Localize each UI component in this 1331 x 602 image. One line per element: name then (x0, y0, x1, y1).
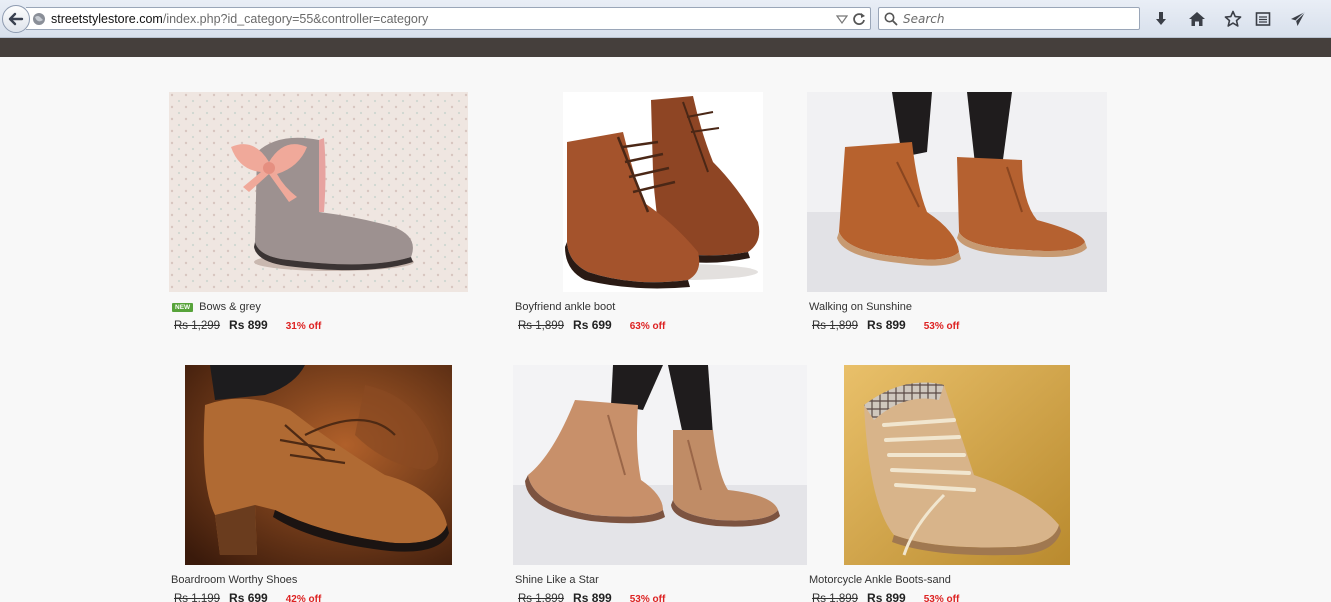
product-name[interactable]: Boardroom Worthy Shoes (171, 574, 297, 586)
discount-label: 53% off (923, 594, 960, 602)
price-row: Rs 1,899 Rs 699 63% off (518, 318, 665, 332)
url-bar[interactable]: streetstylestore.com/index.php?id_catego… (26, 7, 871, 30)
send-icon[interactable] (1288, 9, 1308, 29)
discount-label: 42% off (285, 594, 322, 602)
old-price: Rs 1,199 (174, 593, 221, 602)
price-row: Rs 1,899 Rs 899 53% off (812, 318, 959, 332)
old-price: Rs 1,899 (518, 593, 565, 602)
price-row: Rs 1,899 Rs 899 53% off (518, 591, 665, 602)
product-name[interactable]: Motorcycle Ankle Boots-sand (809, 574, 951, 586)
sale-price: Rs 699 (229, 591, 268, 602)
sale-price: Rs 699 (573, 318, 612, 332)
bookmark-star-icon[interactable] (1223, 9, 1243, 29)
product-name[interactable]: Walking on Sunshine (809, 301, 912, 313)
product-title[interactable]: Boyfriend ankle boot (515, 301, 615, 313)
home-icon[interactable] (1187, 9, 1207, 29)
search-icon (884, 12, 898, 25)
discount-label: 53% off (629, 594, 666, 602)
back-button[interactable] (2, 5, 30, 33)
price-row: Rs 1,199 Rs 699 42% off (174, 591, 321, 602)
search-bar[interactable] (878, 7, 1140, 30)
discount-label: 31% off (285, 321, 322, 332)
sale-price: Rs 899 (573, 591, 612, 602)
url-host: streetstylestore.com (51, 11, 163, 26)
old-price: Rs 1,899 (518, 320, 565, 332)
globe-icon (33, 12, 45, 25)
product-image[interactable] (185, 365, 452, 565)
old-price: Rs 1,899 (812, 320, 859, 332)
price-row: Rs 1,299 Rs 899 31% off (174, 318, 321, 332)
product-image[interactable] (844, 365, 1070, 565)
new-badge: NEW (172, 302, 194, 312)
reload-icon[interactable] (852, 11, 866, 27)
search-input[interactable] (903, 11, 1123, 26)
reading-list-icon[interactable] (1253, 9, 1273, 29)
old-price: Rs 1,899 (812, 593, 859, 602)
product-image[interactable] (169, 92, 468, 292)
price-row: Rs 1,899 Rs 899 53% off (812, 591, 959, 602)
product-image[interactable] (807, 92, 1107, 292)
browser-toolbar: streetstylestore.com/index.php?id_catego… (0, 0, 1331, 38)
url-path: /index.php?id_category=55&controller=cat… (162, 11, 429, 26)
product-title[interactable]: Shine Like a Star (515, 574, 599, 586)
product-image[interactable] (513, 365, 807, 565)
product-title[interactable]: Bows & grey (199, 301, 261, 313)
product-name[interactable]: NEW Bows & grey (172, 301, 261, 313)
product-title[interactable]: Motorcycle Ankle Boots-sand (809, 574, 951, 586)
old-price: Rs 1,299 (174, 320, 221, 332)
download-icon[interactable] (1151, 9, 1171, 29)
product-name[interactable]: Boyfriend ankle boot (515, 301, 615, 313)
sale-price: Rs 899 (867, 591, 906, 602)
discount-label: 53% off (923, 321, 960, 332)
discount-label: 63% off (629, 321, 666, 332)
product-title[interactable]: Walking on Sunshine (809, 301, 912, 313)
url-text[interactable]: streetstylestore.com/index.php?id_catego… (51, 12, 428, 26)
product-image[interactable] (563, 92, 763, 292)
product-name[interactable]: Shine Like a Star (515, 574, 599, 586)
product-title[interactable]: Boardroom Worthy Shoes (171, 574, 297, 586)
sale-price: Rs 899 (229, 318, 268, 332)
history-dropdown-icon[interactable] (836, 12, 848, 26)
sale-price: Rs 899 (867, 318, 906, 332)
back-arrow-icon (8, 12, 24, 26)
site-nav-strip (0, 38, 1331, 57)
